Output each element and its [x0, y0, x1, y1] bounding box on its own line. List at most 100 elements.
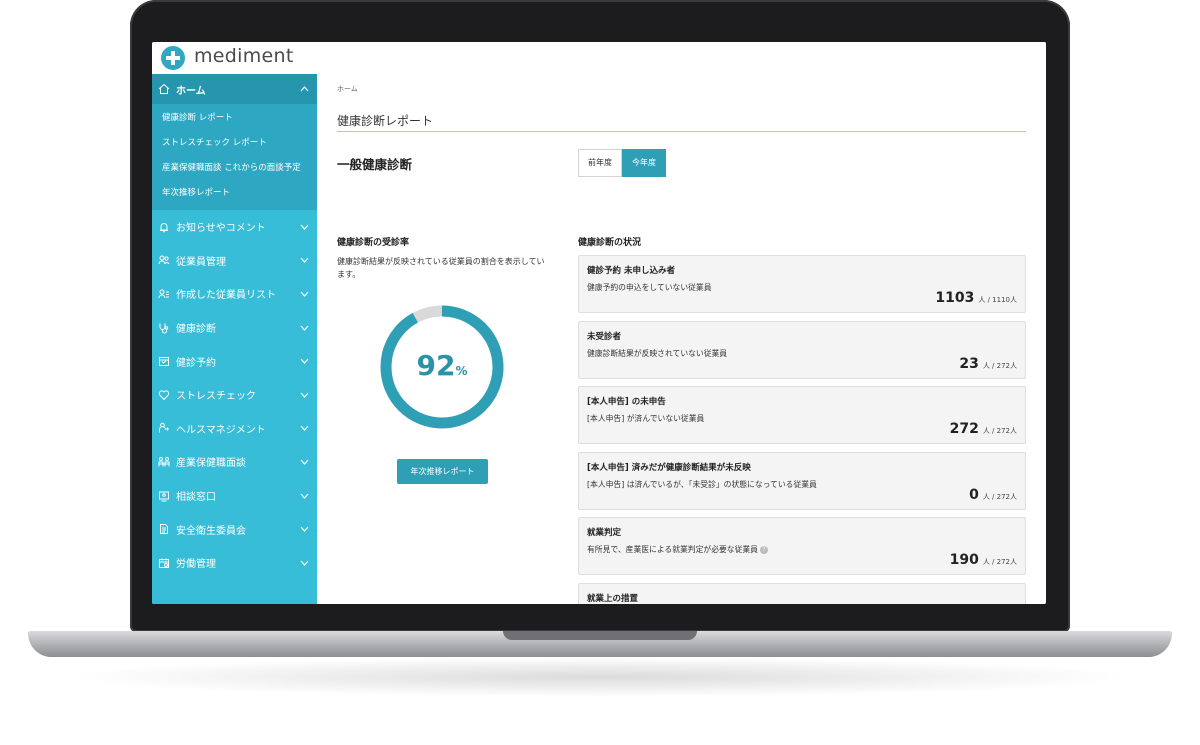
exam-status-title: 健康診断の状況: [578, 238, 642, 248]
interview-icon: [158, 456, 170, 468]
chevron-down-icon: [300, 256, 309, 267]
exam-status-cards: 健診予約 未申し込み者健康予約の申込をしていない従業員 1103 人 / 1110人…: [578, 255, 1026, 604]
exam-rate-description: 健康診断結果が反映されている従業員の割合を表示しています。: [337, 257, 545, 279]
sidebar-item-calendar[interactable]: 労働管理: [152, 546, 317, 580]
chevron-up-icon: [300, 85, 309, 96]
document-icon: [158, 523, 170, 535]
status-card-description-text: 健康予約の申込をしていない従業員: [587, 283, 712, 292]
chevron-down-icon: [300, 357, 309, 368]
sidebar-item-label: ホーム: [176, 85, 206, 97]
heart-icon: [158, 389, 170, 401]
status-card-count: 0: [969, 486, 979, 503]
sidebar-item-label: ストレスチェック: [176, 391, 256, 403]
status-card-description: 有所見で、産業医による就業判定が必要な従業員?: [587, 544, 768, 555]
sidebar-item-label: お知らせやコメント: [176, 223, 266, 235]
status-card[interactable]: 健診予約 未申し込み者健康予約の申込をしていない従業員 1103 人 / 1110人: [578, 255, 1026, 313]
sidebar-item-people[interactable]: 従業員管理: [152, 244, 317, 278]
sidebar-item-calendar-check[interactable]: 健診予約: [152, 344, 317, 378]
submenu-item-yearly-report[interactable]: 年次推移レポート: [152, 181, 317, 206]
status-card-count: 272: [949, 421, 979, 438]
status-card-total: 人 / 272人: [982, 427, 1017, 436]
sidebar-item-heart[interactable]: ストレスチェック: [152, 378, 317, 412]
sidebar-item-document[interactable]: 安全衛生委員会: [152, 512, 317, 546]
bell-icon: [158, 221, 170, 233]
sidebar-item-interview[interactable]: 産業保健職面談: [152, 445, 317, 479]
laptop-notch: [503, 631, 697, 640]
tab-previous-year[interactable]: 前年度: [578, 149, 622, 177]
sidebar-item-label: 健康診断: [176, 324, 216, 336]
user-list-icon: [158, 288, 170, 300]
status-card-description-text: 有所見で、産業医による就業判定が必要な従業員: [587, 545, 758, 555]
submenu-item-interview-schedule[interactable]: 産業保健職面談 これからの面談予定: [152, 156, 317, 181]
status-card-count: 23: [959, 355, 979, 372]
calendar-icon: [158, 557, 170, 569]
status-card[interactable]: [本人申告] 済みだが健康診断結果が未反映 [本人申告] は済んでいるが、「未受診…: [578, 451, 1026, 510]
app-screen: mediment ホーム 健康診断 レポート ストレスチェック レポート 産業保…: [152, 42, 1046, 604]
status-card-value: 1103 人 / 1110人: [935, 290, 1017, 306]
tab-current-year[interactable]: 今年度: [622, 149, 666, 177]
chevron-down-icon: [300, 559, 309, 570]
sidebar-item-label: ヘルスマネジメント: [176, 424, 266, 436]
status-card[interactable]: 就業上の措置健康診断実施後の措置（作業の転換、労働時間の短縮など）が必要な従業員…: [578, 582, 1026, 604]
app-logo-text[interactable]: mediment: [194, 45, 294, 67]
status-card-description-text: [本人申告] は済んでいるが、「未受診」の状態になっている従業員: [587, 479, 817, 489]
status-card-title: 健診予約 未申し込み者: [587, 266, 675, 276]
sidebar-item-label: 相談窓口: [176, 492, 216, 504]
consultation-icon: [158, 490, 170, 502]
chevron-down-icon: [300, 424, 309, 435]
status-card-description-text: 健康診断結果が反映されていない従業員: [587, 348, 728, 358]
sidebar-item-label: 従業員管理: [176, 256, 226, 268]
health-management-icon: [158, 422, 170, 434]
status-card-count: 1103: [935, 290, 975, 306]
sidebar-item-label: 安全衛生委員会: [176, 525, 246, 537]
home-submenu: 健康診断 レポート ストレスチェック レポート 産業保健職面談 これからの面談予…: [152, 104, 317, 210]
status-card-title: 就業判定: [587, 528, 622, 539]
sidebar-item-consultation[interactable]: 相談窓口: [152, 479, 317, 513]
status-card-description-text: [本人申告] が済んでいない従業員: [587, 414, 705, 424]
status-card-value: 0人 / 272人: [969, 487, 1017, 503]
sidebar-item-home[interactable]: ホーム: [152, 74, 317, 104]
submenu-item-stress-report[interactable]: ストレスチェック レポート: [152, 131, 317, 156]
sidebar-item-label: 健診予約: [176, 357, 216, 369]
chevron-down-icon: [300, 391, 309, 402]
help-icon[interactable]: ?: [759, 546, 768, 555]
submenu-item-health-report[interactable]: 健康診断 レポート: [152, 106, 317, 131]
breadcrumb[interactable]: ホーム: [337, 84, 358, 94]
chevron-down-icon: [300, 290, 309, 301]
calendar-check-icon: [158, 355, 170, 367]
sidebar-item-bell[interactable]: お知らせやコメント: [152, 210, 317, 244]
main-content: ホーム 健康診断レポート 一般健康診断 前年度 今年度 健康診断の受診率 健康診…: [317, 74, 1046, 604]
status-card-description: [本人申告] が済んでいない従業員: [587, 413, 704, 424]
top-bar: mediment: [152, 42, 1046, 75]
sidebar-item-label: 労働管理: [176, 559, 216, 571]
status-card-title: [本人申告] の未申告: [587, 397, 666, 408]
yearly-report-button[interactable]: 年次推移レポート: [397, 459, 488, 484]
sidebar-nav-list: お知らせやコメント 従業員管理作成した従業員リスト健康診断健診予約ストレスチェック…: [152, 210, 317, 580]
page-title: 健康診断レポート: [337, 114, 434, 128]
exam-rate-title: 健康診断の受診率: [337, 238, 410, 248]
status-card-description: 健康診断結果が反映されていない従業員: [587, 348, 727, 359]
sidebar-item-label: 産業保健職面談: [176, 458, 246, 470]
status-card-value: 272 人 / 272人: [950, 421, 1017, 437]
status-card[interactable]: 未受診者健康診断結果が反映されていない従業員 23 人 / 272人: [578, 320, 1026, 379]
section-title: 一般健康診断: [337, 157, 413, 172]
exam-rate-percent: 92%: [377, 349, 507, 382]
status-card-value: 190 人 / 272人: [950, 552, 1017, 568]
status-card-title: 就業上の措置: [587, 593, 639, 604]
status-card[interactable]: 就業判定有所見で、産業医による就業判定が必要な従業員? 190 人 / 272人: [578, 517, 1026, 576]
chevron-down-icon: [300, 525, 309, 536]
status-card-count: 190: [949, 552, 979, 569]
status-card-description: 健康予約の申込をしていない従業員: [587, 282, 712, 293]
sidebar-item-stethoscope[interactable]: 健康診断: [152, 311, 317, 345]
chevron-down-icon: [300, 324, 309, 335]
status-card-description: [本人申告] は済んでいるが、「未受診」の状態になっている従業員: [587, 479, 817, 490]
status-card-title: 未受診者: [587, 331, 622, 342]
status-card-title: [本人申告] 済みだが健康診断結果が未反映: [587, 462, 751, 473]
logo-cross-icon: [161, 46, 185, 70]
sidebar-item-health-management[interactable]: ヘルスマネジメント: [152, 412, 317, 446]
status-card-total: 人 / 272人: [982, 558, 1017, 567]
sidebar-item-user-list[interactable]: 作成した従業員リスト: [152, 277, 317, 311]
people-icon: [158, 254, 170, 266]
status-card-value: 23 人 / 272人: [959, 356, 1017, 372]
status-card[interactable]: [本人申告] の未申告 [本人申告] が済んでいない従業員 272 人 / 272人: [578, 386, 1026, 445]
